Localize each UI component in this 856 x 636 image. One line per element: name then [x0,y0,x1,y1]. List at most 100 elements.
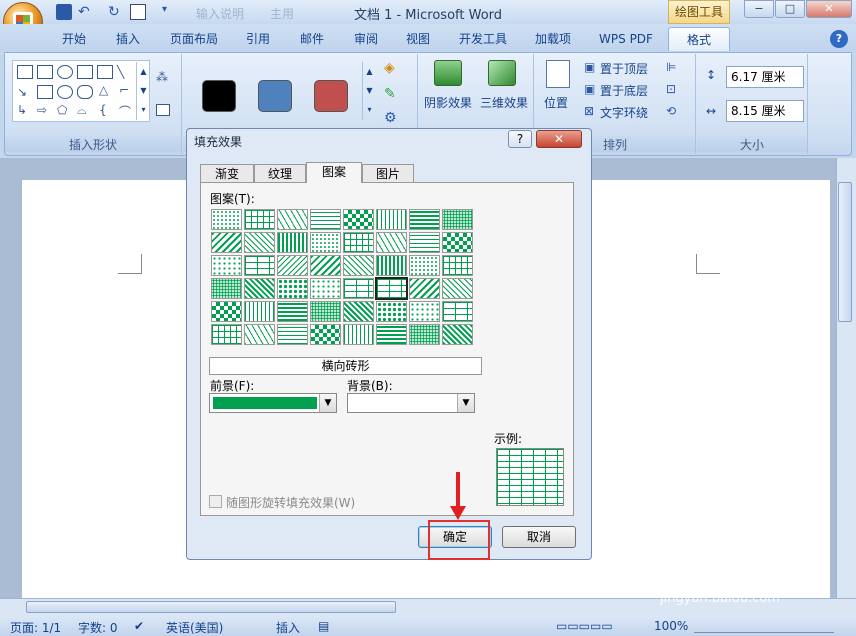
pattern-swatch[interactable] [442,232,473,253]
pattern-swatch[interactable] [442,278,473,299]
style-swatch-black[interactable] [202,80,236,112]
pattern-swatch[interactable] [310,209,341,230]
rect2-shape-icon[interactable] [37,85,53,99]
tab-references[interactable]: 引用 [236,27,280,51]
line-color-icon[interactable]: ✎ [384,86,396,102]
bring-front-icon[interactable]: ▣ [584,60,595,74]
pattern-swatch[interactable] [409,255,440,276]
pattern-swatch[interactable] [409,324,440,345]
line-shape-icon[interactable]: ╲ [117,65,124,79]
pattern-swatch[interactable] [211,232,242,253]
pattern-swatch[interactable] [310,324,341,345]
style-swatch-blue[interactable] [258,80,292,112]
pattern-swatch[interactable] [442,255,473,276]
tab-pattern[interactable]: 图案 [306,162,362,183]
tab-addins[interactable]: 加载项 [526,27,580,51]
pattern-swatch[interactable] [211,209,242,230]
foreground-select[interactable]: ▼ [209,393,337,413]
pattern-swatch[interactable] [310,255,341,276]
chevron-down-icon[interactable]: ▼ [457,394,474,412]
height-input[interactable]: 6.17 厘米 [726,66,804,88]
gallery-scroll[interactable]: ▲ ▼ ▾ [136,62,150,120]
proofing-icon[interactable]: ✔ [134,619,144,633]
macro-record-icon[interactable]: ▤ [318,619,329,633]
group-objects-icon[interactable]: ⊡ [666,82,676,96]
tab-texture[interactable]: 纹理 [254,164,306,183]
pattern-swatch[interactable] [310,278,341,299]
vertical-scroll-thumb[interactable] [838,182,852,322]
styles-scroll[interactable]: ▲ ▼ ▾ [362,62,376,120]
picture-shape-icon[interactable] [77,65,93,79]
tab-mailings[interactable]: 邮件 [290,27,334,51]
bring-front-label[interactable]: 置于顶层 [600,60,648,77]
pattern-swatch[interactable] [343,301,374,322]
pattern-swatch[interactable] [343,255,374,276]
chevron-down-icon[interactable]: ▼ [319,394,336,412]
pattern-swatch[interactable] [244,209,275,230]
pentagon-icon[interactable]: ⬠ [57,103,67,117]
pattern-swatch[interactable] [310,232,341,253]
pattern-swatch[interactable] [376,255,407,276]
pattern-swatch[interactable] [211,324,242,345]
help-icon[interactable]: ? [830,30,848,48]
tab-wps-pdf[interactable]: WPS PDF [590,27,662,51]
pattern-swatch[interactable] [277,209,308,230]
tab-gradient[interactable]: 渐变 [200,164,254,183]
pattern-swatch[interactable] [376,301,407,322]
text-wrap-label[interactable]: 文字环绕 [600,104,648,121]
corner-arrow-icon[interactable]: ↳ [17,103,27,117]
pattern-swatch[interactable] [409,232,440,253]
curve-icon[interactable]: ⌒ [119,103,131,120]
pattern-swatch[interactable] [442,209,473,230]
shapes-gallery[interactable]: ╲ ↘ △ ⌐ ↳ ⇨ ⬠ ⌓ { ⌒ [12,60,150,122]
pattern-swatch[interactable] [310,301,341,322]
textbox-shape-icon[interactable] [17,65,33,79]
position-label[interactable]: 位置 [544,94,568,111]
send-back-icon[interactable]: ▣ [584,82,595,96]
pattern-swatch[interactable] [211,255,242,276]
rotate-icon[interactable]: ⟲ [666,104,676,118]
view-buttons-icon[interactable]: ▭▭▭▭▭ [556,619,613,633]
rounded-rect-icon[interactable] [77,85,93,99]
pattern-swatch[interactable] [376,209,407,230]
close-button[interactable]: ✕ [806,0,852,18]
oval2-shape-icon[interactable] [57,85,73,99]
horizontal-scroll-thumb[interactable] [26,601,396,613]
tab-insert[interactable]: 插入 [106,27,150,51]
bracket-icon[interactable]: { [99,103,107,117]
shadow-effect-label[interactable]: 阴影效果 [424,94,472,111]
tab-home[interactable]: 开始 [52,27,96,51]
pattern-swatch[interactable] [343,324,374,345]
pattern-swatch[interactable] [409,301,440,322]
pattern-swatch[interactable] [277,255,308,276]
pattern-swatch[interactable] [211,278,242,299]
text-shape-icon[interactable] [97,65,113,79]
position-icon[interactable] [546,60,570,88]
right-arrow-icon[interactable]: ⇨ [37,103,47,117]
tab-developer[interactable]: 开发工具 [450,27,516,51]
pattern-swatch[interactable] [409,278,440,299]
pattern-swatch[interactable] [442,301,473,322]
tab-review[interactable]: 审阅 [344,27,388,51]
width-input[interactable]: 8.15 厘米 [726,100,804,122]
tab-format[interactable]: 格式 [668,27,730,51]
text-wrap-icon[interactable]: ⊠ [584,104,594,118]
align-icon[interactable]: ⊫ [666,60,676,74]
dialog-help-button[interactable]: ? [508,130,532,148]
pattern-swatch[interactable] [343,209,374,230]
fill-color-icon[interactable]: ◈ [384,60,395,76]
rectangle-shape-icon[interactable] [37,65,53,79]
minimize-button[interactable]: − [744,0,774,18]
cancel-button[interactable]: 取消 [502,526,576,548]
freeform-icon[interactable]: ⌓ [77,103,87,118]
dialog-close-button[interactable]: ✕ [536,130,582,148]
pattern-swatch[interactable] [442,324,473,345]
elbow-connector-icon[interactable]: ⌐ [119,83,129,97]
pattern-swatch[interactable] [211,301,242,322]
shadow-effect-icon[interactable] [434,60,462,86]
pattern-swatch[interactable] [244,324,275,345]
triangle-shape-icon[interactable]: △ [99,83,108,97]
pattern-swatch[interactable] [277,324,308,345]
threed-effect-label[interactable]: 三维效果 [480,94,528,111]
pattern-swatch[interactable] [376,232,407,253]
